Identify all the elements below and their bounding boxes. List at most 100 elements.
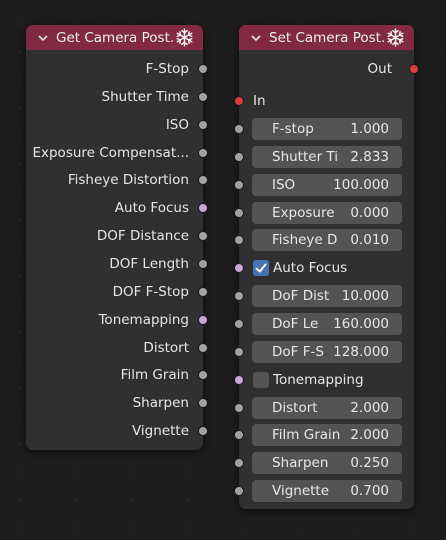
output-label: Vignette [131, 423, 189, 440]
input-field-label: DoF Le [272, 315, 319, 332]
output-socket-sharpen[interactable] [198, 398, 208, 409]
input-field-label: Distort [272, 399, 318, 416]
output-row-dof-f-stop: DOF F-Stop [26, 281, 208, 303]
input-field-dof-dist[interactable]: DoF Dist 10.000 [252, 285, 402, 308]
output-label: ISO [165, 116, 189, 133]
input-row-film-grain: Film Grain 2.000 [234, 424, 414, 447]
output-row-dof-distance: DOF Distance [26, 225, 208, 247]
input-row-shutter-ti: Shutter Ti 2.833 [234, 145, 414, 168]
output-socket-dof-distance[interactable] [198, 231, 208, 242]
input-field-fisheye-d[interactable]: Fisheye D 0.010 [252, 229, 402, 252]
output-socket-iso[interactable] [198, 119, 208, 130]
output-label: Sharpen [132, 395, 189, 412]
checkmark-icon [255, 263, 267, 273]
input-field-dof-f-s[interactable]: DoF F-S 128.000 [252, 340, 402, 363]
input-field-value: 2.000 [350, 427, 389, 444]
output-socket-exposure-compensat[interactable] [198, 147, 208, 158]
input-socket-dof-dist[interactable] [234, 291, 244, 302]
input-field-dof-le[interactable]: DoF Le 160.000 [252, 312, 402, 335]
chevron-down-icon[interactable] [249, 31, 263, 45]
input-field-shutter-ti[interactable]: Shutter Ti 2.833 [252, 145, 402, 168]
input-field-label: Sharpen [272, 455, 329, 472]
output-socket-vignette[interactable] [198, 426, 208, 437]
input-socket-exposure[interactable] [234, 207, 244, 218]
output-label: DOF Length [109, 255, 189, 272]
output-row-sharpen: Sharpen [26, 392, 208, 414]
input-socket-iso[interactable] [234, 179, 244, 190]
input-field-value: 0.250 [350, 455, 389, 472]
output-socket-tonemapping[interactable] [198, 314, 208, 325]
input-row-dof-dist: DoF Dist 10.000 [234, 285, 414, 308]
input-field-label: F-stop [272, 121, 314, 137]
checkbox-auto-focus[interactable] [253, 260, 269, 277]
output-row-film-grain: Film Grain [26, 364, 208, 386]
input-row-fisheye-d: Fisheye D 0.010 [234, 229, 414, 252]
snowflake-icon [387, 28, 404, 47]
input-row-sharpen: Sharpen 0.250 [234, 452, 414, 475]
input-row-dof-f-s: DoF F-S 128.000 [234, 340, 414, 363]
output-socket-fisheye-distortion[interactable] [198, 175, 208, 186]
exec-input-socket[interactable] [234, 96, 244, 106]
input-row-distort: Distort 2.000 [234, 396, 414, 419]
input-field-value: 10.000 [341, 288, 389, 305]
exec-output-socket[interactable] [409, 64, 419, 74]
exec-output-label: Out [367, 61, 392, 77]
input-socket-sharpen[interactable] [234, 458, 244, 469]
set-node-header[interactable]: Set Camera Post. [239, 25, 414, 50]
output-socket-distort[interactable] [198, 342, 208, 353]
output-socket-dof-f-stop[interactable] [198, 286, 208, 297]
output-label: Exposure Compensat... [32, 144, 189, 161]
input-field-iso[interactable]: ISO 100.000 [252, 173, 402, 196]
output-label: Auto Focus [114, 200, 189, 217]
output-socket-auto-focus[interactable] [198, 203, 208, 214]
output-label: Film Grain [120, 367, 189, 384]
checkbox-label: Tonemapping [273, 371, 364, 388]
input-socket-vignette[interactable] [234, 486, 244, 497]
output-socket-shutter-time[interactable] [198, 91, 208, 102]
exec-input-label: In [253, 93, 266, 109]
input-field-distort[interactable]: Distort 2.000 [252, 396, 402, 419]
input-socket-auto-focus[interactable] [234, 263, 244, 274]
input-row-tonemapping: Tonemapping [234, 369, 414, 391]
input-field-f-stop[interactable]: F-stop 1.000 [252, 118, 402, 140]
input-field-value: 0.010 [350, 232, 389, 249]
input-row-f-stop: F-stop 1.000 [234, 118, 414, 140]
input-field-value: 160.000 [333, 315, 389, 332]
output-row-dof-length: DOF Length [26, 253, 208, 275]
set-node-title: Set Camera Post. [269, 29, 386, 46]
set-camera-post-node[interactable]: Set Camera Post. Out In F-stop 1.000 Shutt… [234, 25, 419, 509]
snowflake-icon [176, 28, 193, 47]
input-socket-dof-le[interactable] [234, 318, 244, 329]
input-row-exposure: Exposure 0.000 [234, 201, 414, 224]
output-row-vignette: Vignette [26, 420, 208, 442]
get-node-title: Get Camera Post. [56, 29, 175, 46]
output-row-shutter-time: Shutter Time [26, 86, 208, 108]
input-field-value: 0.700 [350, 483, 389, 500]
output-label: DOF Distance [96, 228, 189, 245]
checkbox-tonemapping[interactable] [253, 371, 269, 388]
output-row-distort: Distort [26, 337, 208, 359]
get-camera-post-node[interactable]: Get Camera Post. F-Stop Shutter Time ISO Ex… [26, 25, 208, 450]
output-row-f-stop: F-Stop [26, 58, 208, 80]
input-field-vignette[interactable]: Vignette 0.700 [252, 480, 402, 503]
input-socket-fisheye-d[interactable] [234, 235, 244, 246]
input-socket-film-grain[interactable] [234, 430, 244, 441]
output-socket-dof-length[interactable] [198, 258, 208, 269]
input-field-label: Exposure [272, 204, 335, 221]
input-field-sharpen[interactable]: Sharpen 0.250 [252, 452, 402, 475]
output-socket-film-grain[interactable] [198, 370, 208, 381]
input-field-exposure[interactable]: Exposure 0.000 [252, 201, 402, 224]
get-node-header[interactable]: Get Camera Post. [26, 25, 203, 50]
input-field-value: 2.833 [350, 148, 389, 165]
input-field-value: 2.000 [350, 399, 389, 416]
input-field-film-grain[interactable]: Film Grain 2.000 [252, 424, 402, 447]
output-label: F-Stop [145, 61, 189, 77]
input-socket-distort[interactable] [234, 402, 244, 413]
input-socket-shutter-ti[interactable] [234, 151, 244, 162]
input-field-label: Shutter Ti [272, 148, 338, 165]
chevron-down-icon[interactable] [36, 31, 50, 45]
input-socket-tonemapping[interactable] [234, 374, 244, 385]
input-socket-dof-f-s[interactable] [234, 346, 244, 357]
output-socket-f-stop[interactable] [198, 64, 208, 74]
input-socket-f-stop[interactable] [234, 124, 244, 134]
